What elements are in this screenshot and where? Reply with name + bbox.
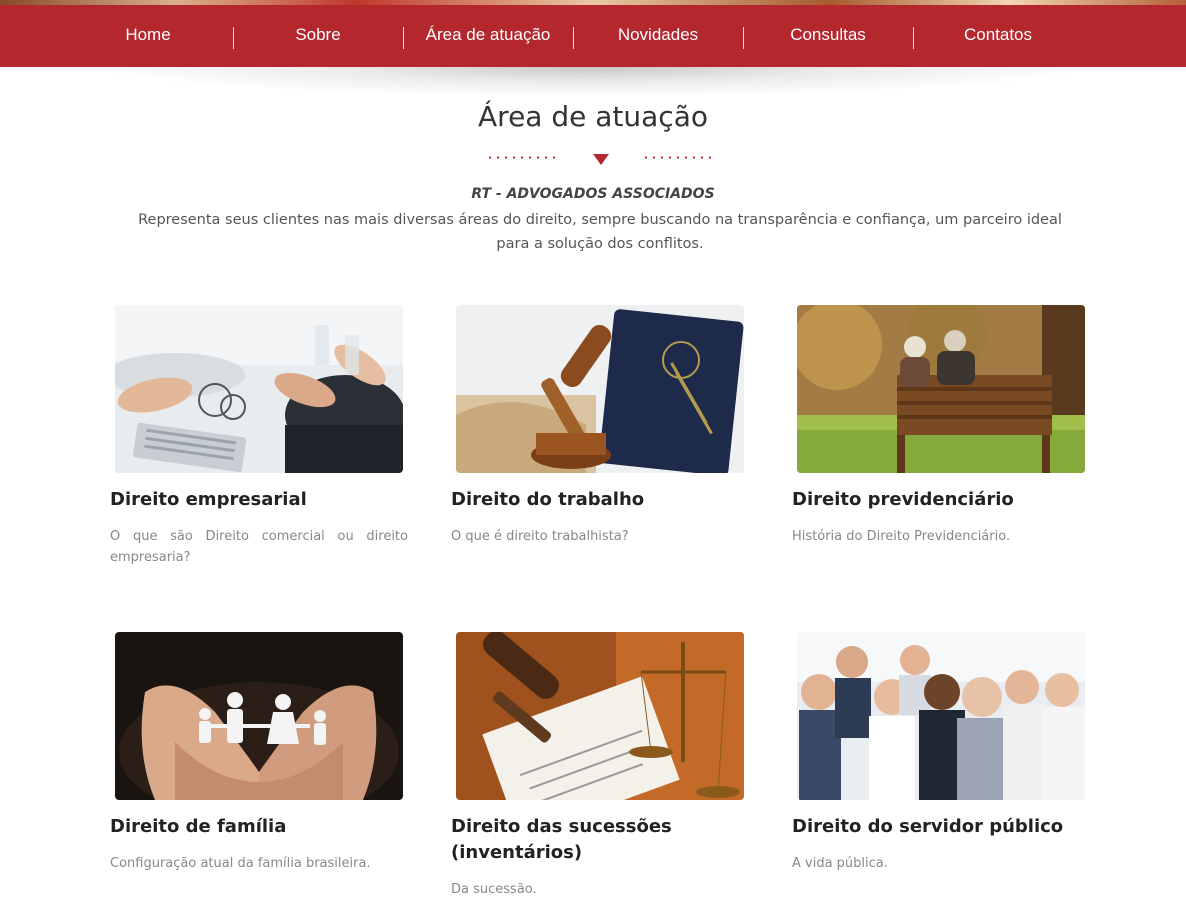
card-title[interactable]: Direito do servidor público <box>792 814 1092 840</box>
business-meeting-image[interactable] <box>115 305 403 473</box>
card-description[interactable]: Da sucessão. <box>451 879 749 900</box>
firm-name: RT - ADVOGADOS ASSOCIADOS <box>471 186 715 202</box>
main-navbar: Home Sobre Área de atuação Novidades Con… <box>0 5 1186 67</box>
card-title[interactable]: Direito empresarial <box>110 487 410 513</box>
elderly-couple-bench-image[interactable] <box>797 305 1085 473</box>
family-in-hands-image[interactable] <box>115 632 403 800</box>
card-description[interactable]: O que é direito trabalhista? <box>451 526 749 547</box>
divider-dots-right <box>642 156 716 159</box>
page-title: Área de atuação <box>478 100 708 133</box>
card-description[interactable]: Configuração atual da família brasileira… <box>110 853 408 874</box>
card-title[interactable]: Direito do trabalho <box>451 487 751 513</box>
card-description[interactable]: História do Direito Previdenciário. <box>792 526 1090 547</box>
navbar-shadow <box>90 67 1096 97</box>
card-title[interactable]: Direito previdenciário <box>792 487 1092 513</box>
nav-sobre[interactable]: Sobre <box>233 5 403 67</box>
nav-area-de-atuacao[interactable]: Área de atuação <box>403 5 573 67</box>
nav-contatos[interactable]: Contatos <box>913 5 1083 67</box>
divider-dots-left <box>486 156 560 159</box>
card-title[interactable]: Direito das sucessões (inventários) <box>451 814 751 866</box>
nav-novidades[interactable]: Novidades <box>573 5 743 67</box>
card-title[interactable]: Direito de família <box>110 814 410 840</box>
happy-team-image[interactable] <box>797 632 1085 800</box>
testament-and-scales-image[interactable] <box>456 632 744 800</box>
nav-home[interactable]: Home <box>63 5 233 67</box>
gavel-and-work-card-image[interactable] <box>456 305 744 473</box>
intro-text: Representa seus clientes nas mais divers… <box>138 212 1062 252</box>
divider-arrow-icon <box>593 154 609 165</box>
title-divider <box>486 150 716 168</box>
card-description[interactable]: A vida pública. <box>792 853 1090 874</box>
card-description[interactable]: O que são Direito comercial ou direito e… <box>110 526 408 568</box>
nav-consultas[interactable]: Consultas <box>743 5 913 67</box>
